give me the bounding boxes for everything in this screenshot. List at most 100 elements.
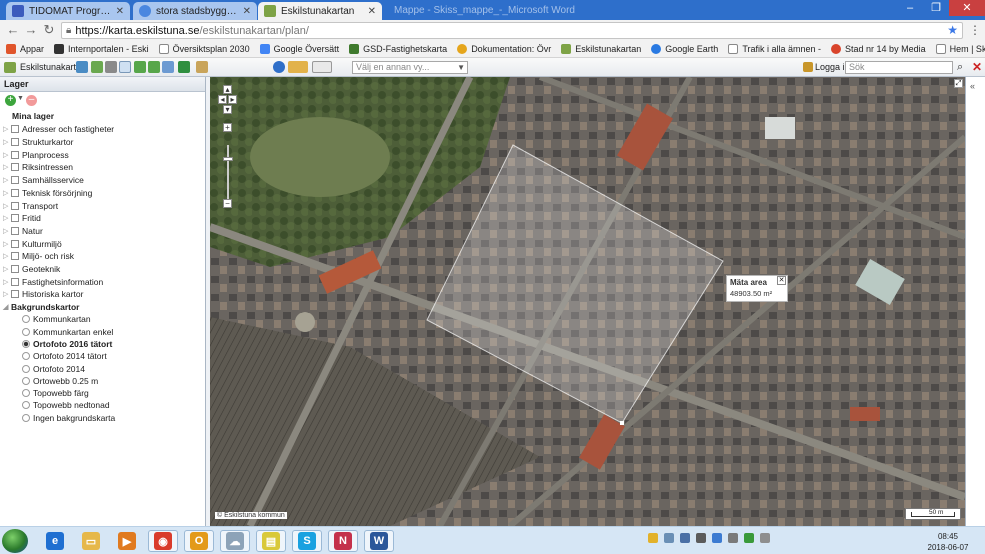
background-maps-heading[interactable]: ◢ Bakgrundskartor [0, 301, 80, 314]
measure-tool-icon[interactable] [288, 61, 308, 73]
background-map-option[interactable]: Ortofoto 2014 [0, 362, 85, 375]
full-extent-icon[interactable] [162, 61, 174, 73]
view-select[interactable]: Välj en annan vy... ▼ [352, 61, 468, 74]
bookmark-star-icon[interactable]: ★ [947, 23, 958, 38]
layer-group[interactable]: ▷ Teknisk försörjning [0, 187, 92, 200]
fullscreen-icon[interactable]: ⤢ [954, 79, 963, 88]
tab-stadsbyggnad[interactable]: stora stadsbyggnadsproj ✕ [133, 2, 257, 20]
background-map-option[interactable]: Ortofoto 2014 tätort [0, 350, 107, 363]
expand-icon[interactable]: ▷ [3, 214, 11, 222]
zoom-slider-track[interactable] [227, 145, 229, 199]
layer-group[interactable]: ▷ Historiska kartor [0, 288, 83, 301]
back-icon[interactable]: ← [5, 22, 21, 38]
bookmark-google-earth[interactable]: Google Earth [651, 44, 718, 54]
layer-group[interactable]: ▷ Natur [0, 225, 43, 238]
chevron-down-icon[interactable]: ▼ [17, 95, 24, 102]
layer-checkbox[interactable] [11, 201, 19, 210]
expand-icon[interactable]: ▷ [3, 290, 11, 298]
bluetooth-icon[interactable] [680, 533, 690, 543]
clock[interactable]: 08:45 2018-06-07 [925, 531, 971, 553]
layer-checkbox[interactable] [11, 176, 19, 185]
background-map-option[interactable]: Kommunkartan [0, 313, 91, 326]
background-map-option[interactable]: Ortowebb 0.25 m [0, 375, 98, 388]
layer-group[interactable]: ▷ Fritid [0, 212, 41, 225]
layer-group[interactable]: ▷ Samhällsservice [0, 174, 84, 187]
layer-checkbox[interactable] [11, 252, 19, 261]
previous-extent-icon[interactable] [134, 61, 146, 73]
search-icon[interactable]: ⌕ [957, 61, 963, 74]
bookmark-view-icon[interactable] [196, 61, 208, 73]
taskbar-app[interactable]: ☁ [220, 530, 250, 552]
background-map-option[interactable]: Ortofoto 2016 tätort [0, 338, 112, 351]
pan-icon[interactable] [119, 61, 131, 73]
background-map-option[interactable]: Ingen bakgrundskarta [0, 411, 115, 424]
layers-panel-icon[interactable] [76, 61, 88, 73]
radio-button[interactable] [22, 364, 30, 373]
expand-icon[interactable]: ▷ [3, 163, 11, 171]
volume-icon[interactable] [728, 533, 738, 543]
tab-close-icon[interactable]: ✕ [116, 6, 124, 17]
expand-icon[interactable]: ▷ [3, 278, 11, 286]
layer-group[interactable]: ▷ Fastighetsinformation [0, 275, 103, 288]
expand-icon[interactable]: ▷ [3, 151, 11, 159]
layer-checkbox[interactable] [11, 150, 19, 159]
close-icon[interactable]: ✕ [972, 60, 982, 74]
tab-close-icon[interactable]: ✕ [368, 6, 376, 17]
pan-down-icon[interactable]: ▾ [223, 105, 232, 114]
layer-group[interactable]: ▷ Riksintressen [0, 161, 73, 174]
close-icon[interactable]: ✕ [777, 276, 786, 285]
layer-group[interactable]: ▷ Planprocess [0, 148, 69, 161]
tab-eskilstunakartan[interactable]: Eskilstunakartan ✕ [258, 2, 382, 20]
radio-button[interactable] [22, 413, 30, 422]
window-close-icon[interactable]: ✕ [949, 0, 985, 16]
taskbar-app[interactable]: S [292, 530, 322, 552]
background-map-option[interactable]: Topowebb färg [0, 387, 89, 400]
bookmark-dokumentation[interactable]: Dokumentation: Övr [457, 44, 551, 54]
radio-button[interactable] [22, 352, 30, 361]
add-layer-icon[interactable]: + [5, 95, 16, 106]
expand-icon[interactable]: ▷ [3, 265, 11, 273]
taskbar-app[interactable]: ◉ [148, 530, 178, 552]
url-input[interactable]: 🔒︎ https://karta.eskilstuna.se/eskilstun… [61, 22, 963, 39]
select-tool-icon[interactable] [312, 61, 332, 73]
export-icon[interactable] [178, 61, 190, 73]
zoom-slider-handle[interactable] [223, 157, 233, 161]
radio-button[interactable] [22, 376, 30, 385]
expand-icon[interactable]: ▷ [3, 202, 11, 210]
search-input[interactable]: Sök [845, 61, 953, 74]
info-icon[interactable] [273, 61, 285, 73]
reload-icon[interactable]: ↻ [41, 22, 57, 38]
bookmark-internportalen[interactable]: Internportalen - Eski [54, 44, 149, 54]
forward-icon[interactable]: → [23, 22, 39, 38]
bookmark-oversiktsplan[interactable]: Översiktsplan 2030 [158, 44, 250, 54]
radio-button[interactable] [22, 339, 30, 348]
new-tab-area[interactable]: Mappe - Skiss_mappe_-_Microsoft Word [386, 2, 586, 20]
layer-group[interactable]: ▷ Miljö- och risk [0, 250, 74, 263]
pan-right-icon[interactable]: ▸ [228, 95, 237, 104]
taskbar-app[interactable]: ▤ [256, 530, 286, 552]
layer-checkbox[interactable] [11, 163, 19, 172]
tab-close-icon[interactable]: ✕ [243, 6, 251, 17]
map-canvas[interactable]: ▴ ◂ ▸ ▾ + − Mäta area 48903.50 m² ✕ © Es… [210, 77, 965, 526]
taskbar-app[interactable]: ▭ [76, 530, 106, 552]
radio-button[interactable] [22, 327, 30, 336]
layer-checkbox[interactable] [11, 138, 19, 147]
remove-layer-icon[interactable]: – [26, 95, 37, 106]
radio-button[interactable] [22, 315, 30, 324]
bookmark-google-translate[interactable]: Google Översätt [259, 44, 339, 54]
expand-icon[interactable]: ▷ [3, 227, 11, 235]
layer-checkbox[interactable] [11, 277, 19, 286]
layer-checkbox[interactable] [11, 290, 19, 299]
expand-panel-icon[interactable]: « [970, 81, 975, 91]
layer-group[interactable]: ▷ Strukturkartor [0, 136, 74, 149]
expand-icon[interactable]: ▷ [3, 138, 11, 146]
taskbar-app[interactable]: O [184, 530, 214, 552]
layer-checkbox[interactable] [11, 239, 19, 248]
taskbar-app[interactable]: W [364, 530, 394, 552]
browser-menu-icon[interactable]: ⋮ [969, 23, 981, 37]
taskbar-app[interactable]: e [40, 530, 70, 552]
layer-group[interactable]: ▷ Transport [0, 199, 58, 212]
network-tray-icon[interactable] [664, 533, 674, 543]
maximize-icon[interactable]: ❐ [923, 0, 949, 16]
background-map-option[interactable]: Kommunkartan enkel [0, 325, 113, 338]
